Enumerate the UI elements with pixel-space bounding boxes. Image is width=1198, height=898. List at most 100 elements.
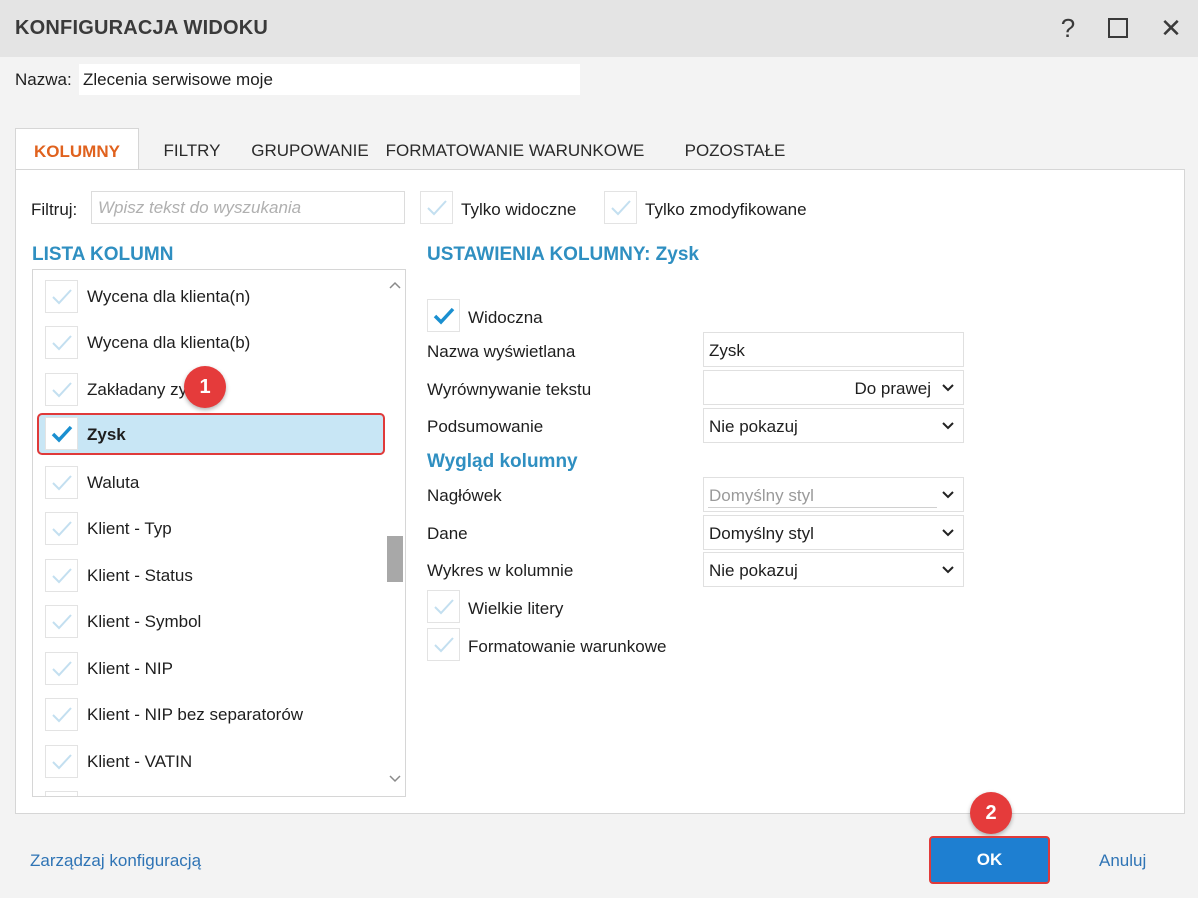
list-item-label: Klient - NIP [87, 659, 173, 678]
list-item[interactable]: Klient - NIP [33, 646, 385, 690]
check-icon [51, 425, 72, 443]
column-checkbox[interactable] [45, 652, 78, 685]
column-checkbox[interactable] [45, 745, 78, 778]
conditional-format-label: Formatowanie warunkowe [468, 637, 667, 656]
chart-value: Nie pokazuj [709, 561, 798, 580]
check-icon [433, 598, 454, 614]
column-list-title: LISTA KOLUMN [32, 244, 174, 265]
tab-grupowanie[interactable]: GRUPOWANIE [245, 128, 375, 170]
summary-value: Nie pokazuj [709, 417, 798, 436]
header-style-underline [708, 507, 937, 508]
scroll-up-icon[interactable] [385, 276, 405, 294]
list-item[interactable]: Klient - VATIN [33, 739, 385, 783]
close-icon: ✕ [1160, 12, 1182, 43]
tab-bar: KOLUMNY FILTRY GRUPOWANIE FORMATOWANIE W… [15, 128, 815, 170]
list-item[interactable]: Klient - Status [33, 553, 385, 597]
list-item[interactable]: Klient - Typ [33, 506, 385, 550]
summary-select[interactable]: Nie pokazuj [703, 408, 964, 443]
only-visible-checkbox[interactable] [420, 191, 453, 224]
column-checkbox[interactable] [45, 512, 78, 545]
scrollbar-thumb[interactable] [387, 536, 403, 582]
name-input[interactable] [79, 64, 580, 95]
uppercase-label: Wielkie litery [468, 599, 564, 618]
list-scrollbar[interactable] [385, 270, 405, 796]
column-checkbox[interactable] [45, 373, 78, 406]
list-item[interactable]: Waluta [33, 460, 385, 504]
list-item[interactable]: Wycena dla klienta(n) [33, 274, 385, 318]
tab-formatowanie-warunkowe[interactable]: FORMATOWANIE WARUNKOWE [375, 128, 655, 170]
dialog-title: KONFIGURACJA WIDOKU [15, 17, 269, 39]
list-item-label: Klient - Typ [87, 519, 172, 538]
tab-pozostale[interactable]: POZOSTAŁE [655, 128, 815, 170]
check-icon [51, 334, 72, 350]
conditional-format-checkbox[interactable] [427, 628, 460, 661]
list-item[interactable]: Klient - NIP bez separatorów [33, 692, 385, 736]
check-icon [51, 381, 72, 397]
chart-select[interactable]: Nie pokazuj [703, 552, 964, 587]
only-visible-label: Tylko widoczne [461, 200, 577, 219]
list-item[interactable]: Wycena dla klienta(b) [33, 320, 385, 364]
chevron-down-icon [942, 566, 954, 574]
column-checkbox[interactable] [45, 417, 78, 450]
visible-checkbox[interactable] [427, 299, 460, 332]
settings-title: USTAWIENIA KOLUMNY: Zysk [427, 244, 699, 265]
header-style-label: Nagłówek [427, 486, 502, 505]
column-checkbox[interactable] [45, 466, 78, 499]
column-list[interactable]: Wycena dla klienta(n) Wycena dla klienta… [32, 269, 406, 797]
check-icon [51, 288, 72, 304]
check-icon [51, 660, 72, 676]
list-item-partial[interactable] [33, 785, 385, 796]
display-name-input[interactable]: Zysk [703, 332, 964, 367]
chevron-down-icon [942, 384, 954, 392]
visible-label: Widoczna [468, 308, 543, 327]
column-checkbox[interactable] [45, 280, 78, 313]
column-checkbox[interactable] [45, 698, 78, 731]
list-item-label: Wycena dla klienta(b) [87, 333, 251, 352]
scroll-down-icon[interactable] [385, 770, 405, 788]
header-style-select[interactable]: Domyślny styl [703, 477, 964, 512]
tab-kolumny[interactable]: KOLUMNY [15, 128, 139, 170]
check-icon [51, 567, 72, 583]
check-icon [51, 520, 72, 536]
only-modified-checkbox[interactable] [604, 191, 637, 224]
header-style-value: Domyślny styl [709, 486, 814, 505]
list-item-label: Waluta [87, 473, 140, 492]
check-icon [51, 613, 72, 629]
check-icon [51, 753, 72, 769]
manage-config-link[interactable]: Zarządzaj konfiguracją [30, 851, 201, 871]
check-icon [51, 706, 72, 722]
step-badge-2: 2 [970, 792, 1012, 834]
chart-label: Wykres w kolumnie [427, 561, 574, 580]
list-item-label: Klient - NIP bez separatorów [87, 705, 304, 724]
column-checkbox[interactable] [45, 791, 78, 796]
chevron-down-icon [942, 422, 954, 430]
step-badge-1: 1 [184, 366, 226, 408]
list-item[interactable]: Klient - Symbol [33, 599, 385, 643]
list-item-label: Klient - Symbol [87, 612, 202, 631]
ok-button[interactable]: OK [929, 836, 1050, 884]
column-checkbox[interactable] [45, 326, 78, 359]
only-modified-label: Tylko zmodyfikowane [645, 200, 807, 219]
check-icon [426, 199, 447, 215]
summary-label: Podsumowanie [427, 417, 544, 436]
name-label: Nazwa: [15, 70, 72, 89]
list-item-label: Zysk [87, 425, 126, 444]
list-item-label: Wycena dla klienta(n) [87, 287, 251, 306]
display-name-label: Nazwa wyświetlana [427, 342, 576, 361]
text-align-select[interactable]: Do prawej [703, 370, 964, 405]
cancel-link[interactable]: Anuluj [1099, 851, 1146, 871]
text-align-label: Wyrównywanie tekstu [427, 380, 592, 399]
filter-search-input[interactable] [91, 191, 405, 224]
close-button[interactable]: ✕ [1153, 10, 1189, 46]
data-style-select[interactable]: Domyślny styl [703, 515, 964, 550]
maximize-button[interactable] [1100, 10, 1136, 46]
tab-filtry[interactable]: FILTRY [139, 128, 245, 170]
column-checkbox[interactable] [45, 559, 78, 592]
list-item-selected[interactable]: Zysk [33, 413, 385, 457]
column-checkbox[interactable] [45, 605, 78, 638]
uppercase-checkbox[interactable] [427, 590, 460, 623]
help-button[interactable]: ? [1050, 10, 1086, 46]
chevron-down-icon [942, 529, 954, 537]
check-icon [51, 474, 72, 490]
chevron-down-icon [942, 491, 954, 499]
